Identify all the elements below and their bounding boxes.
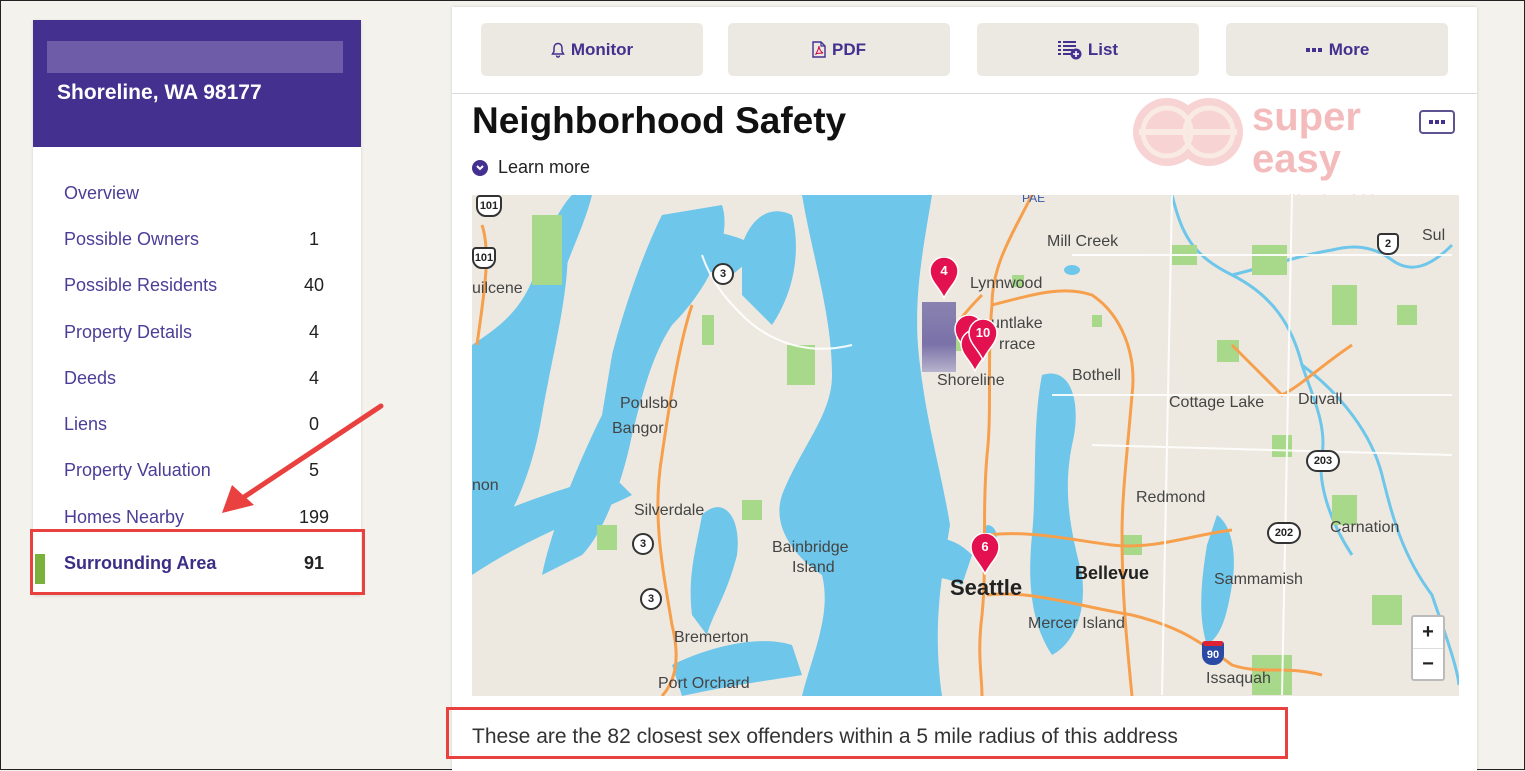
offender-cluster-pin[interactable]: 10 (968, 319, 998, 361)
sidebar-item-possible-residents[interactable]: Possible Residents 40 (33, 263, 361, 309)
map-zoom-control: + − (1411, 615, 1445, 681)
monitor-label: Monitor (570, 39, 634, 59)
list-label: List (1087, 39, 1119, 59)
watermark-brand-line2: easy (1252, 137, 1342, 181)
sidebar-item-property-details[interactable]: Property Details 4 (33, 309, 361, 355)
us-highway-101-shield: 101 (472, 247, 496, 269)
chevron-down-circle-icon (472, 159, 488, 176)
learn-more-label: Learn more (498, 157, 591, 177)
toolbar: Monitor PDF List More (452, 7, 1477, 94)
map-label-mill-creek: Mill Creek (1047, 233, 1119, 250)
map-base-layer (472, 195, 1459, 696)
us-highway-2-shield: 2 (1377, 233, 1399, 255)
dot (1429, 120, 1433, 124)
map-label-terrace: rrace (999, 336, 1036, 353)
map-label-issaquah: Issaquah (1206, 670, 1271, 687)
sidebar-item-label: Homes Nearby (64, 506, 185, 527)
map-label-seattle: Seattle (950, 575, 1023, 600)
map-label-brinnon: non (472, 477, 499, 494)
map-label-port-orchard: Port Orchard (658, 675, 750, 692)
redacted-location-marker (922, 302, 956, 372)
sidebar-item-label: Property Valuation (64, 460, 211, 481)
sidebar-item-deeds[interactable]: Deeds 4 (33, 355, 361, 401)
map-label-silverdale: Silverdale (634, 502, 705, 519)
sidebar-item-label: Overview (64, 182, 140, 203)
sidebar-item-possible-owners[interactable]: Possible Owners 1 (33, 216, 361, 262)
sidebar-item-label: Possible Residents (64, 275, 218, 296)
map-label-bangor: Bangor (612, 420, 664, 437)
map-label-bremerton: Bremerton (674, 629, 749, 646)
main-panel: Monitor PDF List More Neighborhood Safet… (452, 7, 1477, 771)
zoom-out-button[interactable]: − (1413, 649, 1443, 680)
learn-more-toggle[interactable]: Learn more (472, 157, 590, 178)
pdf-file-icon (812, 41, 826, 58)
state-route-3-shield: 3 (712, 263, 734, 285)
pin-count: 10 (975, 325, 991, 340)
bell-icon (551, 42, 565, 58)
section-options-button[interactable] (1419, 110, 1455, 134)
sidebar-item-label: Property Details (64, 321, 193, 342)
map-label-bellevue: Bellevue (1075, 563, 1150, 583)
state-route-203-shield: 203 (1306, 450, 1340, 472)
section-title: Neighborhood Safety (472, 100, 847, 141)
watermark-brand-line1: super (1252, 95, 1361, 139)
sidebar-item-overview[interactable]: Overview (33, 170, 361, 216)
redacted-street-address (47, 41, 343, 73)
map-label-quilcene: uilcene (472, 280, 523, 297)
sidebar-item-count: 4 (308, 321, 319, 342)
sidebar-item-label: Liens (64, 414, 108, 435)
map-label-pae: PAE (1022, 195, 1046, 205)
us-highway-101-shield: 101 (476, 195, 502, 217)
map-label-lynnwood: Lynnwood (970, 275, 1043, 292)
sidebar-item-count: 1 (308, 228, 319, 249)
map-label-cottage-lake: Cottage Lake (1169, 394, 1265, 411)
interstate-90-shield: 90 (1202, 641, 1224, 665)
pin-count: 4 (940, 263, 948, 278)
ellipsis-icon (1305, 47, 1323, 53)
state-route-3-shield: 3 (640, 588, 662, 610)
offender-cluster-pin[interactable]: 4 (929, 257, 959, 299)
map-label-carnation: Carnation (1330, 519, 1400, 536)
map-label-mercer-island: Mercer Island (1028, 615, 1125, 632)
offender-cluster-pin[interactable]: 6 (970, 533, 1000, 575)
annotation-highlight-box (446, 707, 1288, 759)
list-button[interactable]: List (977, 23, 1199, 76)
dot (1435, 120, 1439, 124)
monitor-button[interactable]: Monitor (481, 23, 703, 76)
pdf-button[interactable]: PDF (728, 23, 950, 76)
map-label-bainbridge: Bainbridge (772, 539, 849, 556)
map-label-sammamish: Sammamish (1214, 571, 1303, 588)
sidebar-item-label: Deeds (64, 367, 117, 388)
annotation-arrow (222, 403, 384, 513)
map-label-poulsbo: Poulsbo (620, 395, 678, 412)
map-label-redmond: Redmond (1136, 489, 1206, 506)
map-label-shoreline: Shoreline (937, 372, 1005, 389)
pin-count: 6 (981, 539, 989, 554)
sidebar-item-label: Possible Owners (64, 228, 200, 249)
address-header: Shoreline, WA 98177 (33, 20, 361, 147)
sidebar-item-count: 4 (308, 367, 319, 388)
state-route-3-shield: 3 (632, 533, 654, 555)
map-label-duvall: Duvall (1298, 391, 1343, 408)
more-label: More (1328, 39, 1370, 59)
add-to-list-icon (1057, 40, 1082, 60)
sidebar-nav: Overview Possible Owners 1 Possible Resid… (33, 170, 361, 587)
map-label-mountlake: untlake (991, 315, 1043, 332)
address-city-line: Shoreline, WA 98177 (57, 81, 262, 104)
dot (1441, 120, 1445, 124)
safety-map[interactable]: PAE Mill Creek Lynnwood untlake rrace Sh… (472, 195, 1459, 696)
zoom-in-button[interactable]: + (1413, 617, 1443, 649)
map-label-island: Island (792, 559, 835, 576)
pdf-label: PDF (832, 39, 866, 59)
map-label-bothell: Bothell (1072, 367, 1121, 384)
map-label-sultan: Sul (1422, 227, 1446, 244)
annotation-highlight-box (30, 529, 365, 595)
more-button[interactable]: More (1226, 23, 1448, 76)
state-route-202-shield: 202 (1267, 522, 1301, 544)
sidebar-item-count: 40 (303, 275, 325, 296)
